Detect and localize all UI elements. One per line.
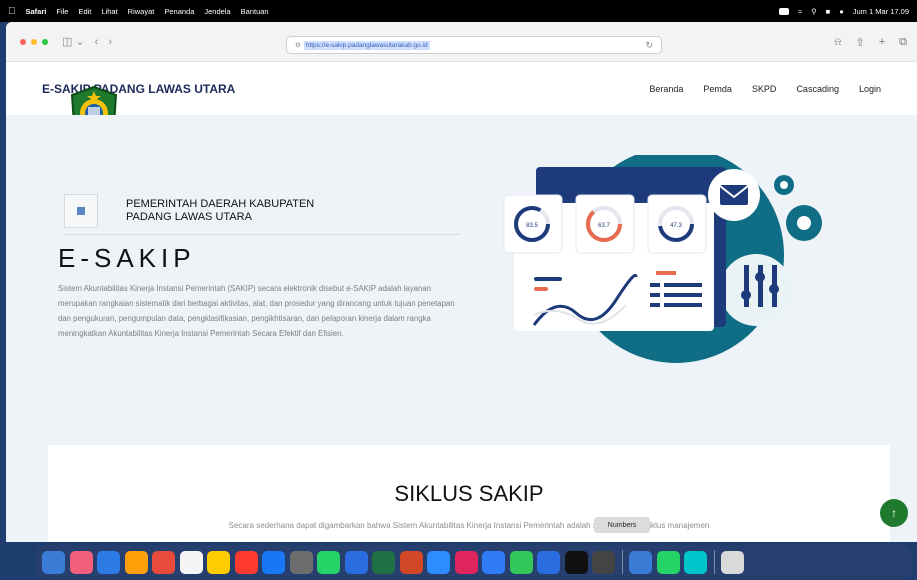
- dock-app-icon[interactable]: [656, 550, 680, 574]
- web-page: E-SAKIP PADANG LAWAS UTARA Beranda Pemda…: [6, 63, 917, 542]
- dock-app-icon[interactable]: [179, 550, 203, 574]
- dock-app-icon[interactable]: [454, 550, 478, 574]
- dock-app-icon[interactable]: [592, 550, 615, 574]
- reload-icon[interactable]: ↻: [645, 40, 653, 51]
- control-center-icon[interactable]: ■: [826, 7, 831, 16]
- dock-app-icon[interactable]: [564, 550, 588, 574]
- pemda-image: [64, 193, 98, 228]
- site-settings-icon[interactable]: ⚙: [295, 41, 301, 49]
- dock-app-icon[interactable]: [629, 550, 652, 574]
- dock-app-icon[interactable]: [684, 550, 707, 574]
- pemda-card: PEMERINTAH DAERAH KABUPATEN PADANG LAWAS…: [64, 187, 460, 235]
- dock-app-icon[interactable]: [344, 550, 368, 574]
- pemda-label: PEMERINTAH DAERAH KABUPATEN PADANG LAWAS…: [126, 197, 315, 223]
- dock-app-icon[interactable]: [372, 550, 395, 574]
- battery-icon[interactable]: [779, 7, 790, 15]
- hero-section: PEMERINTAH DAERAH KABUPATEN PADANG LAWAS…: [6, 115, 917, 542]
- nav-skpd[interactable]: SKPD: [752, 84, 777, 94]
- siklus-title: SIKLUS SAKIP: [394, 481, 544, 506]
- menu-view[interactable]: Lihat: [101, 7, 117, 16]
- menu-help[interactable]: Bantuan: [241, 7, 269, 16]
- site-navbar: E-SAKIP PADANG LAWAS UTARA Beranda Pemda…: [6, 63, 917, 149]
- dock-app-icon[interactable]: [42, 550, 65, 574]
- dock-app-icon[interactable]: [124, 550, 148, 574]
- dock-separator: [713, 550, 715, 574]
- menu-edit[interactable]: Edit: [78, 7, 91, 16]
- dock-app-icon[interactable]: [262, 550, 285, 574]
- forward-icon[interactable]: ›: [108, 36, 112, 48]
- menu-file[interactable]: File: [56, 7, 68, 16]
- siklus-text: Secara sederhana dapat digambarkan bahwa…: [228, 521, 710, 530]
- hero-title: E-SAKIP: [58, 243, 196, 273]
- siri-icon[interactable]: ●: [839, 7, 844, 16]
- dock-app-icon[interactable]: [482, 550, 505, 574]
- dock-app-icon[interactable]: [537, 550, 560, 574]
- nav-beranda[interactable]: Beranda: [649, 84, 683, 94]
- dock-separator: [621, 550, 623, 574]
- hero-description: Sistem Akuntabilitas Kinerja Instansi Pe…: [58, 284, 455, 338]
- close-window-button[interactable]: [20, 38, 26, 45]
- new-tab-icon[interactable]: +: [879, 36, 885, 49]
- siklus-section: SIKLUS SAKIP Secara sederhana dapat diga…: [48, 445, 890, 542]
- share-icon[interactable]: ⇧: [855, 36, 864, 49]
- dock-app-icon[interactable]: [234, 550, 258, 574]
- browser-window: ◫ ⌄ ‹ › ⚙ https://e-sakip.padanglawasuta…: [6, 22, 917, 542]
- dock-app-icon[interactable]: [97, 550, 120, 574]
- address-url[interactable]: https://e-sakip.padanglawasutarakab.go.i…: [303, 40, 430, 50]
- dock-app-icon[interactable]: [69, 550, 93, 574]
- wifi-icon[interactable]: ≈: [798, 7, 802, 16]
- menu-bookmarks[interactable]: Penanda: [164, 7, 194, 16]
- apple-icon[interactable]: : [8, 6, 16, 17]
- stat-1: 83.5: [526, 223, 538, 229]
- stat-2: 63.7: [598, 223, 610, 229]
- zoom-window-button[interactable]: [42, 38, 48, 45]
- nav-pemda[interactable]: Pemda: [703, 84, 732, 94]
- dock-app-icon[interactable]: [317, 550, 340, 574]
- scroll-top-button[interactable]: ↑: [880, 499, 908, 527]
- menu-clock[interactable]: Jum 1 Mar 17.09: [853, 7, 909, 16]
- menu-bar:  Safari File Edit Lihat Riwayat Penanda…: [0, 0, 917, 22]
- address-bar[interactable]: ⚙ https://e-sakip.padanglawasutarakab.go…: [286, 36, 662, 54]
- download-icon[interactable]: ⍾: [834, 36, 841, 49]
- dock: [36, 545, 912, 579]
- dock-app-icon[interactable]: [289, 550, 313, 574]
- dock-app-icon[interactable]: [152, 550, 175, 574]
- menu-history[interactable]: Riwayat: [128, 7, 155, 16]
- dock-app-icon[interactable]: [207, 550, 230, 574]
- search-icon[interactable]: ⚲: [811, 7, 817, 16]
- dock-app-icon[interactable]: [399, 550, 423, 574]
- minimize-window-button[interactable]: [31, 38, 37, 45]
- tab-overview-icon[interactable]: ⧉: [899, 36, 907, 49]
- dock-app-icon[interactable]: [427, 550, 450, 574]
- nav-login[interactable]: Login: [859, 84, 881, 94]
- browser-toolbar: ◫ ⌄ ‹ › ⚙ https://e-sakip.padanglawasuta…: [6, 22, 917, 62]
- stat-3: 47.3: [670, 223, 682, 229]
- back-icon[interactable]: ‹: [95, 36, 99, 48]
- desktop-background: [0, 542, 917, 580]
- dock-app-icon[interactable]: [509, 550, 533, 574]
- dock-app-icon[interactable]: [721, 550, 744, 574]
- dock-tooltip: Numbers: [594, 517, 650, 533]
- nav-cascading[interactable]: Cascading: [796, 84, 839, 94]
- sidebar-icon[interactable]: ◫ ⌄: [62, 35, 85, 48]
- menu-window[interactable]: Jendela: [204, 7, 230, 16]
- menu-app[interactable]: Safari: [26, 7, 47, 16]
- dashboard-illustration: 83.5 63.7 47.3: [503, 155, 822, 363]
